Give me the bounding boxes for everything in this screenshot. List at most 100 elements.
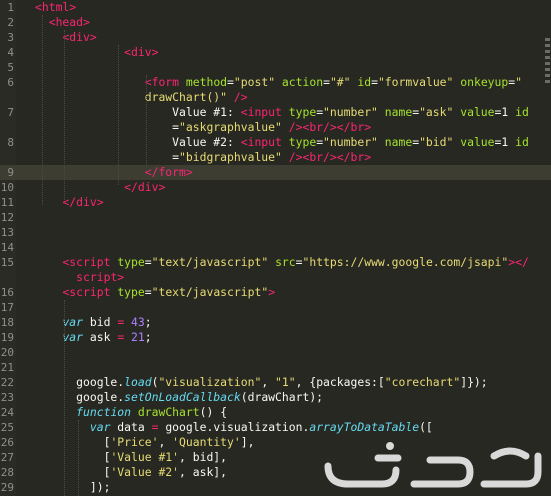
code-editor[interactable]: 1 <html> 2 <head> 3 <div> 4 <div> 5 6 <form me… (0, 0, 551, 496)
code-token: Value #2: (35, 135, 241, 149)
code-line[interactable]: 3 <div> (0, 30, 551, 45)
code-line[interactable]: 6 <form method="post" action="#" id="for… (0, 75, 551, 90)
line-number: 13 (0, 226, 14, 239)
code-token: [ (35, 465, 111, 479)
code-text: </div> (35, 195, 103, 210)
line-number: 10 (0, 181, 14, 194)
code-line[interactable]: 8 Value #2: <input type="number" name="b… (0, 135, 551, 150)
code-token: "text/javascript" (151, 255, 269, 269)
code-text: var ask = 21; (35, 330, 152, 345)
code-line[interactable]: 22 google.load("visualization", "1", {pa… (0, 375, 551, 390)
indent-guide (118, 45, 119, 185)
code-line[interactable]: 24 function drawChart() { (0, 405, 551, 420)
code-token: = (323, 75, 330, 89)
code-token: > (268, 285, 276, 299)
code-token: </br> (336, 150, 372, 164)
code-text: ['Price', 'Quantity'], (35, 435, 255, 450)
line-number: 11 (0, 196, 14, 209)
code-token: ], (240, 435, 255, 449)
code-line[interactable]: 12 (0, 210, 551, 225)
line-number: 21 (0, 361, 14, 374)
code-token: (drawChart); (240, 390, 324, 404)
code-token: type (117, 255, 145, 269)
code-line[interactable]: 25 var data = google.visualization.array… (0, 420, 551, 435)
code-line[interactable]: 10 </div> (0, 180, 551, 195)
code-line[interactable]: 23 google.setOnLoadCallback(drawChart); (0, 390, 551, 405)
line-number: 24 (0, 406, 14, 419)
code-token: name (384, 135, 413, 149)
minimap[interactable] (543, 0, 551, 100)
code-token: google. (35, 390, 125, 404)
line-number: 19 (0, 331, 14, 344)
code-line[interactable]: 7 Value #1: <input type="number" name="a… (0, 105, 551, 120)
line-number: 15 (0, 256, 14, 269)
code-text: <html> (35, 0, 76, 15)
code-token: = (144, 285, 152, 299)
code-token: , bid], (179, 450, 228, 464)
code-token: html (41, 0, 70, 14)
code-token: ]}); (460, 375, 488, 389)
code-line[interactable]: 2 <head> (0, 15, 551, 30)
code-text: ="askgraphvalue" /><br/></br> (35, 120, 371, 135)
code-token: drawChart()" (144, 90, 228, 104)
line-number: 29 (0, 481, 14, 494)
code-line[interactable]: 9 </form> (0, 165, 551, 180)
code-token: "#" (329, 75, 351, 89)
code-line[interactable]: 5 (0, 60, 551, 75)
code-line[interactable]: ="bidgraphvalue" /><br/></br> (0, 150, 551, 165)
code-line[interactable]: 17 (0, 300, 551, 315)
code-token: = (371, 75, 378, 89)
code-token: src (275, 255, 296, 269)
code-text: google.setOnLoadCallback(drawChart); (35, 390, 323, 405)
code-token: = (144, 255, 152, 269)
code-token: id (357, 75, 372, 89)
code-line[interactable]: 21 (0, 360, 551, 375)
code-token: 'Value #2' (110, 465, 180, 479)
code-token: "bidgraphvalue" (179, 150, 282, 164)
code-line[interactable]: 1 <html> (0, 0, 551, 15)
code-token: 21 (131, 330, 145, 344)
line-number: 5 (7, 61, 14, 74)
code-line[interactable]: ="askgraphvalue" /><br/></br> (0, 120, 551, 135)
code-line[interactable]: 20 (0, 345, 551, 360)
indent-guide (64, 300, 65, 496)
code-token: ; (144, 330, 152, 344)
code-token: "askgraphvalue" (179, 120, 282, 134)
code-token: var (89, 420, 111, 434)
code-line[interactable]: 16 <script type="text/javascript"> (0, 285, 551, 300)
code-text: <div> (35, 30, 96, 45)
code-token: ([ (419, 420, 433, 434)
code-token: 'Quantity' (172, 435, 241, 449)
code-text: <form method="post" action="#" id="formv… (35, 75, 522, 90)
line-number: 25 (0, 421, 14, 434)
code-token: </ (515, 255, 529, 269)
code-line[interactable]: 14 (0, 240, 551, 255)
code-line[interactable]: 15 <script type="text/javascript" src="h… (0, 255, 551, 270)
code-token: "corechart" (384, 375, 461, 389)
code-token: var (62, 315, 84, 329)
code-line[interactable]: 4 <div> (0, 45, 551, 60)
code-line[interactable]: script> (0, 270, 551, 285)
code-line[interactable]: 19 var ask = 21; (0, 330, 551, 345)
code-line[interactable]: 13 (0, 225, 551, 240)
code-text: Value #1: <input type="number" name="ask… (35, 105, 529, 120)
code-token: , (261, 375, 276, 389)
line-number: 17 (0, 301, 14, 314)
code-token: var (62, 330, 84, 344)
code-line[interactable]: 18 var bid = 43; (0, 315, 551, 330)
code-line[interactable]: drawChart()" /> (0, 90, 551, 105)
haraj-watermark-logo (324, 442, 542, 488)
code-token: "1" (275, 375, 296, 389)
line-number: 7 (7, 106, 14, 119)
code-token: method (185, 75, 228, 89)
code-line[interactable]: 11 </div> (0, 195, 551, 210)
code-token: Value #1: (35, 105, 241, 119)
